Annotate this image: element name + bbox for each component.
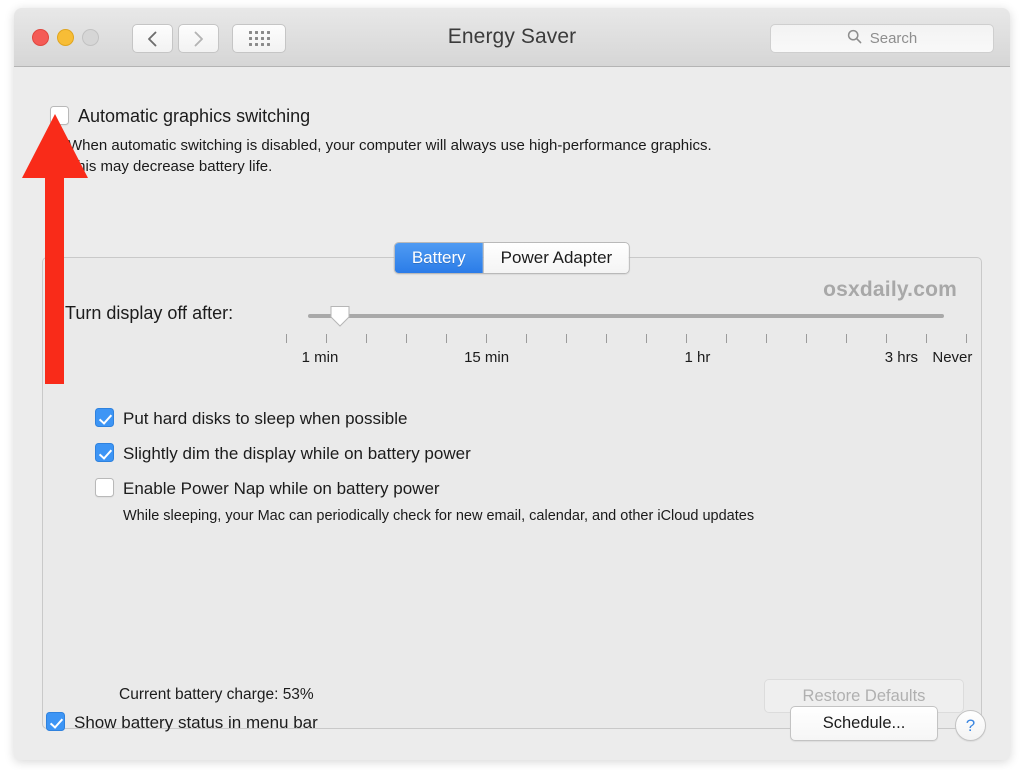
help-button[interactable]: ? <box>955 710 986 741</box>
hard-disks-sleep-label: Put hard disks to sleep when possible <box>123 409 408 428</box>
display-sleep-label: Turn display off after: <box>65 303 234 323</box>
watermark-text: osxdaily.com <box>823 278 957 301</box>
slider-tick <box>966 334 967 343</box>
slider-tick <box>566 334 567 343</box>
power-nap-checkbox[interactable] <box>95 478 114 497</box>
slider-tick <box>486 334 487 343</box>
slider-tick <box>686 334 687 343</box>
power-nap-label: Enable Power Nap while on battery power <box>123 479 440 498</box>
power-nap-description: While sleeping, your Mac can periodicall… <box>123 508 755 524</box>
automatic-graphics-switching-row[interactable]: Automatic graphics switching <box>50 106 310 127</box>
schedule-button[interactable]: Schedule... <box>790 706 938 741</box>
screen: Energy Saver Search Automatic graphics s… <box>0 0 1024 770</box>
display-sleep-slider-row: Turn display off after: <box>65 302 959 327</box>
display-sleep-tick-labels: 1 min 15 min 1 hr 3 hrs Never <box>286 349 973 369</box>
slider-tick <box>646 334 647 343</box>
slider-tick-label: Never <box>932 349 973 366</box>
slider-tick-label: 15 min <box>464 349 510 366</box>
energy-saver-window: Energy Saver Search Automatic graphics s… <box>14 8 1010 760</box>
display-sleep-slider-thumb[interactable] <box>329 305 351 327</box>
tab-battery[interactable]: Battery <box>394 243 483 273</box>
display-sleep-tick-marks <box>286 334 967 345</box>
hard-disks-sleep-checkbox[interactable] <box>95 408 114 427</box>
graphics-desc-line-2: This may decrease battery life. <box>68 158 273 175</box>
slider-tick <box>286 334 287 343</box>
slider-tick <box>766 334 767 343</box>
dim-display-checkbox[interactable] <box>95 443 114 462</box>
slider-tick <box>846 334 847 343</box>
search-icon <box>847 29 862 49</box>
slider-tick <box>926 334 927 343</box>
automatic-graphics-switching-checkbox[interactable] <box>50 106 69 125</box>
preference-content: Automatic graphics switching When automa… <box>14 67 1010 760</box>
battery-options-list: Put hard disks to sleep when possible Sl… <box>95 401 754 527</box>
search-field[interactable]: Search <box>770 24 994 53</box>
show-battery-status-checkbox[interactable] <box>46 712 65 731</box>
tab-power-adapter[interactable]: Power Adapter <box>482 243 630 273</box>
option-row-power-nap[interactable]: Enable Power Nap while on battery power <box>95 471 754 506</box>
dim-display-label: Slightly dim the display while on batter… <box>123 444 471 463</box>
current-battery-charge: Current battery charge: 53% <box>119 686 314 703</box>
display-sleep-slider-track[interactable] <box>308 306 944 327</box>
option-row-hard-disks[interactable]: Put hard disks to sleep when possible <box>95 401 754 436</box>
slider-tick <box>606 334 607 343</box>
battery-settings-panel: osxdaily.com Turn display off after: 1 m… <box>42 257 982 729</box>
graphics-desc-line-1: When automatic switching is disabled, yo… <box>68 137 712 154</box>
automatic-graphics-switching-label: Automatic graphics switching <box>78 106 311 126</box>
slider-tick <box>725 334 727 343</box>
slider-tick <box>366 334 367 343</box>
slider-tick-label: 1 hr <box>684 349 711 366</box>
option-row-dim-display[interactable]: Slightly dim the display while on batter… <box>95 436 754 471</box>
slider-tick <box>446 334 447 343</box>
slider-tick <box>526 334 527 343</box>
slider-tick <box>326 334 327 343</box>
slider-tick <box>885 334 887 343</box>
search-placeholder: Search <box>869 30 918 47</box>
show-battery-status-row[interactable]: Show battery status in menu bar <box>46 712 318 733</box>
slider-tick-label: 3 hrs <box>884 349 919 366</box>
automatic-graphics-switching-description: When automatic switching is disabled, yo… <box>68 135 712 177</box>
slider-tick-label: 1 min <box>301 349 339 366</box>
power-source-tabs: Battery Power Adapter <box>393 242 631 274</box>
slider-tick <box>406 334 407 343</box>
slider-tick <box>806 334 807 343</box>
window-titlebar: Energy Saver Search <box>14 8 1010 67</box>
show-battery-status-label: Show battery status in menu bar <box>74 713 318 732</box>
